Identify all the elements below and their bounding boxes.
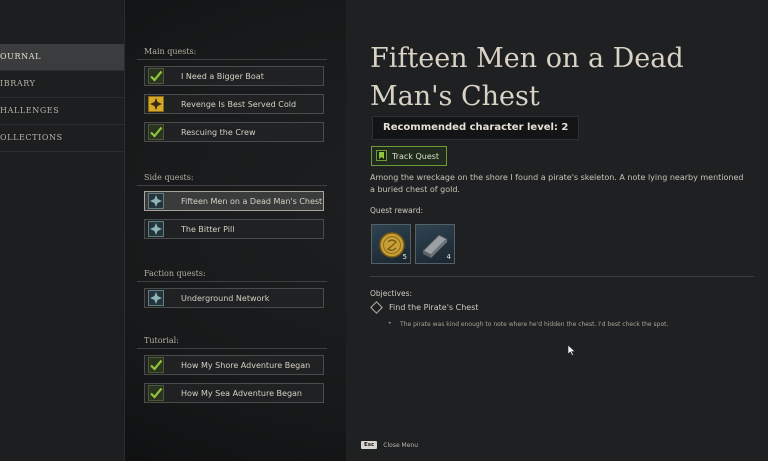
quest-label: The Bitter Pill	[181, 225, 235, 234]
quest-item[interactable]: Underground Network	[144, 288, 324, 308]
quest-reward-heading: Quest reward:	[370, 206, 424, 215]
objectives-heading: Objectives:	[370, 289, 412, 298]
close-menu-label: Close Menu	[383, 441, 419, 449]
section-title-faction: Faction quests:	[137, 269, 327, 282]
objective-label: Find the Pirate's Chest	[389, 303, 479, 312]
reward-slot[interactable]: 5	[371, 224, 411, 264]
recommended-level-badge: Recommended character level: 2	[372, 116, 580, 140]
esc-key-icon: Esc	[361, 441, 378, 449]
gold-quest-icon	[148, 96, 164, 112]
bookmark-icon	[376, 149, 387, 163]
quest-description: Among the wreckage on the shore I found …	[370, 173, 744, 194]
side-quest-icon	[148, 193, 164, 209]
quest-label: Revenge Is Best Served Cold	[181, 100, 297, 109]
nav-item-collections[interactable]: OLLECTIONS	[0, 125, 124, 152]
check-icon	[148, 385, 164, 401]
quest-item[interactable]: Rescuing the Crew	[144, 122, 324, 142]
track-quest-label: Track Quest	[392, 151, 440, 161]
quest-label: How My Sea Adventure Began	[181, 389, 303, 398]
quest-label: Rescuing the Crew	[181, 128, 256, 137]
quest-detail-panel: Fifteen Men on a Dead Man's Chest Recomm…	[346, 0, 768, 461]
nav-item-library[interactable]: IBRARY	[0, 71, 124, 98]
diamond-icon	[370, 301, 383, 314]
reward-count: 5	[402, 253, 407, 261]
reward-count: 4	[446, 253, 451, 261]
reward-slot[interactable]: 4	[415, 224, 455, 264]
check-icon	[148, 124, 164, 140]
quest-item[interactable]: I Need a Bigger Boat	[144, 66, 324, 86]
quest-item[interactable]: How My Sea Adventure Began	[144, 383, 324, 403]
footer-hint[interactable]: Esc Close Menu	[361, 441, 418, 449]
track-quest-button[interactable]: Track Quest	[371, 146, 448, 166]
quest-item[interactable]: How My Shore Adventure Began	[144, 355, 324, 375]
objective-item: Find the Pirate's Chest	[370, 301, 479, 314]
side-quest-icon	[148, 221, 164, 237]
nav-list: OURNAL IBRARY HALLENGES OLLECTIONS	[0, 44, 124, 152]
divider	[370, 276, 754, 277]
section-title-tutorial: Tutorial:	[137, 336, 327, 349]
side-quest-icon	[148, 290, 164, 306]
nav-item-journal[interactable]: OURNAL	[0, 44, 124, 71]
journal-nav: OURNAL IBRARY HALLENGES OLLECTIONS	[0, 0, 125, 461]
quest-item-selected[interactable]: Fifteen Men on a Dead Man's Chest	[144, 191, 324, 211]
quest-title: Fifteen Men on a Dead Man's Chest	[370, 43, 684, 112]
section-title-side: Side quests:	[137, 173, 327, 186]
quest-label: Fifteen Men on a Dead Man's Chest	[181, 197, 323, 206]
nav-item-challenges[interactable]: HALLENGES	[0, 98, 124, 125]
quest-label: I Need a Bigger Boat	[181, 72, 264, 81]
objective-note: The pirate was kind enough to note where…	[388, 320, 668, 328]
section-title-main: Main quests:	[137, 47, 327, 60]
check-icon	[148, 68, 164, 84]
check-icon	[148, 357, 164, 373]
quest-label: Underground Network	[181, 294, 270, 303]
quest-item[interactable]: The Bitter Pill	[144, 219, 324, 239]
quest-label: How My Shore Adventure Began	[181, 361, 311, 370]
quest-item[interactable]: Revenge Is Best Served Cold	[144, 94, 324, 114]
